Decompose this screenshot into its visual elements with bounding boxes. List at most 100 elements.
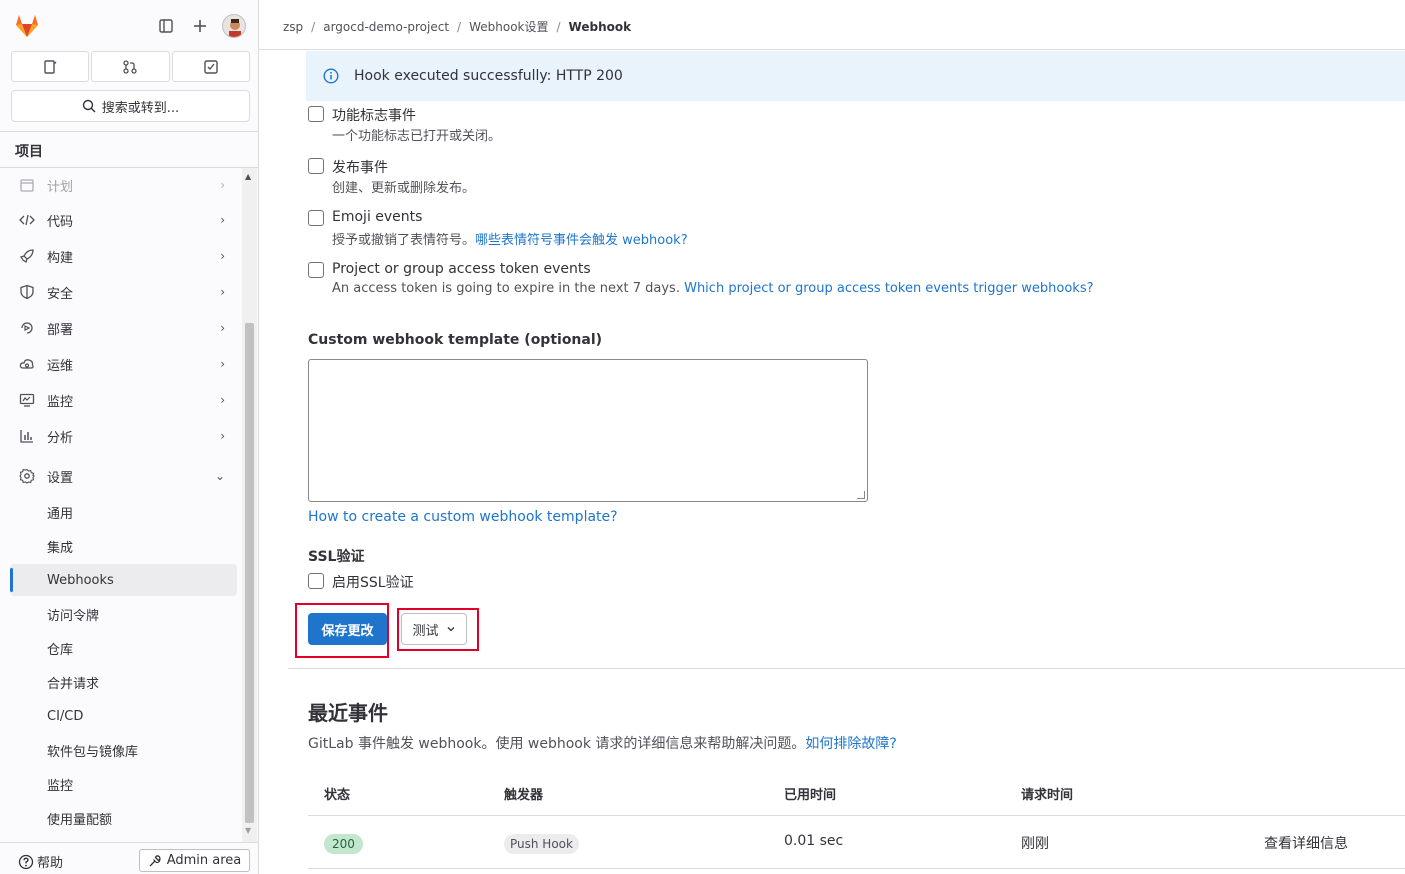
toggle-sidebar-icon[interactable] bbox=[154, 14, 178, 38]
sidebar-item-security[interactable]: 安全 › bbox=[10, 275, 237, 309]
issues-icon bbox=[44, 59, 57, 74]
sidebar-subitem-access-tokens[interactable]: 访问令牌 bbox=[10, 598, 237, 630]
sidebar-item-settings[interactable]: 设置 ⌄ bbox=[10, 459, 237, 493]
custom-template-textarea[interactable] bbox=[308, 359, 868, 502]
custom-template-help-link[interactable]: How to create a custom webhook template? bbox=[308, 509, 618, 525]
sidebar-subitem-webhooks[interactable]: Webhooks bbox=[10, 564, 237, 596]
sidebar-item-deploy[interactable]: 部署 › bbox=[10, 311, 237, 345]
ssl-verification-title: SSL验证 bbox=[308, 549, 365, 565]
sidebar-item-operate[interactable]: 运维 › bbox=[10, 347, 237, 381]
status-badge: 200 bbox=[324, 834, 363, 854]
help-button[interactable]: 帮助 bbox=[18, 852, 63, 871]
monitor-icon bbox=[18, 391, 36, 409]
checkbox-label[interactable]: 启用SSL验证 bbox=[332, 572, 414, 592]
breadcrumb-current[interactable]: Webhook bbox=[569, 20, 632, 34]
sidebar-subitem-integrations[interactable]: 集成 bbox=[10, 530, 237, 562]
custom-template-label: Custom webhook template (optional) bbox=[308, 332, 603, 348]
chart-icon bbox=[18, 427, 36, 445]
sidebar-item-label: 构建 bbox=[47, 250, 74, 266]
breadcrumb: zsp / argocd-demo-project / Webhook设置 / … bbox=[283, 18, 631, 35]
sidebar-item-label: 设置 bbox=[47, 470, 74, 486]
save-changes-button[interactable]: 保存更改 bbox=[308, 613, 387, 645]
rocket-icon bbox=[18, 247, 36, 265]
sidebar-subitem-general[interactable]: 通用 bbox=[10, 496, 237, 528]
sidebar-scrollbar[interactable]: ▲ ▼ bbox=[242, 168, 257, 842]
sidebar-item-monitor[interactable]: 监控 › bbox=[10, 383, 237, 417]
sidebar-subitem-merge-requests[interactable]: 合并请求 bbox=[10, 666, 237, 698]
sidebar-item-build[interactable]: 构建 › bbox=[10, 239, 237, 273]
top-bar: zsp / argocd-demo-project / Webhook设置 / … bbox=[259, 0, 1405, 50]
checkbox-label[interactable]: 功能标志事件 bbox=[332, 105, 416, 125]
help-text: An access token is going to expire in th… bbox=[332, 281, 685, 296]
recent-events-title: 最近事件 bbox=[308, 701, 388, 725]
view-details-link[interactable]: 查看详细信息 bbox=[1264, 833, 1348, 853]
avatar[interactable] bbox=[222, 14, 246, 38]
access-token-events-checkbox[interactable] bbox=[308, 262, 324, 278]
scroll-down-icon[interactable]: ▼ bbox=[245, 826, 251, 835]
sidebar-item-plan[interactable]: 计划 › bbox=[10, 168, 237, 202]
checkbox-label[interactable]: Project or group access token events bbox=[332, 261, 591, 277]
breadcrumb-item[interactable]: zsp bbox=[283, 20, 303, 34]
column-header-status: 状态 bbox=[324, 788, 351, 803]
checkbox-label[interactable]: Emoji events bbox=[332, 209, 422, 225]
sidebar-subitem-label: 集成 bbox=[47, 540, 74, 556]
enable-ssl-checkbox[interactable] bbox=[308, 573, 324, 589]
plus-icon[interactable] bbox=[188, 14, 212, 38]
sidebar-item-code[interactable]: 代码 › bbox=[10, 203, 237, 237]
sidebar-header bbox=[0, 0, 258, 52]
calendar-icon bbox=[18, 176, 36, 194]
sidebar-nav: 计划 › 代码 › 构建 › 安全 › 部署 › 运维 › 监控 › 分析 › … bbox=[0, 168, 242, 842]
access-token-events-help-link[interactable]: Which project or group access token even… bbox=[684, 281, 1093, 296]
todo-checkbox-icon bbox=[204, 59, 218, 74]
chevron-right-icon: › bbox=[220, 321, 225, 335]
chevron-right-icon: › bbox=[220, 393, 225, 407]
description-text: GitLab 事件触发 webhook。使用 webhook 请求的详细信息来帮… bbox=[308, 736, 806, 752]
feature-flag-events-checkbox[interactable] bbox=[308, 106, 324, 122]
breadcrumb-item[interactable]: Webhook设置 bbox=[469, 18, 548, 35]
merge-requests-shortcut-button[interactable] bbox=[91, 51, 170, 82]
sidebar-subitem-monitor[interactable]: 监控 bbox=[10, 768, 237, 800]
troubleshoot-link[interactable]: 如何排除故障? bbox=[805, 736, 896, 752]
test-dropdown-button[interactable]: 测试 bbox=[401, 613, 467, 645]
chevron-right-icon: › bbox=[220, 429, 225, 443]
trigger-badge: Push Hook bbox=[504, 834, 579, 854]
admin-area-label: Admin area bbox=[166, 853, 242, 868]
todos-shortcut-button[interactable] bbox=[171, 51, 250, 82]
sidebar-subitem-repository[interactable]: 仓库 bbox=[10, 632, 237, 664]
emoji-events-help-link[interactable]: 哪些表情符号事件会触发 webhook? bbox=[475, 233, 688, 248]
release-events-checkbox[interactable] bbox=[308, 158, 324, 174]
sidebar-subitem-packages-registries[interactable]: 软件包与镜像库 bbox=[10, 734, 237, 766]
checkbox-help-text: 创建、更新或删除发布。 bbox=[332, 181, 476, 196]
sidebar-item-label: 安全 bbox=[47, 286, 74, 302]
elapsed-time: 0.01 sec bbox=[784, 833, 844, 849]
chevron-right-icon: › bbox=[220, 357, 225, 371]
gitlab-logo-icon[interactable] bbox=[13, 12, 41, 40]
search-button[interactable]: 搜索或转到... bbox=[11, 90, 250, 122]
sidebar-subitem-label: 软件包与镜像库 bbox=[47, 744, 139, 760]
sidebar-subitem-label: 访问令牌 bbox=[47, 608, 100, 624]
sidebar-item-label: 部署 bbox=[47, 322, 74, 338]
section-divider bbox=[288, 668, 1405, 669]
sidebar-item-analyze[interactable]: 分析 › bbox=[10, 419, 237, 453]
scroll-up-icon[interactable]: ▲ bbox=[245, 172, 251, 181]
breadcrumb-item[interactable]: argocd-demo-project bbox=[323, 20, 449, 34]
resize-grip-icon[interactable] bbox=[857, 491, 865, 499]
checkbox-label[interactable]: 发布事件 bbox=[332, 157, 388, 177]
sidebar-item-label: 监控 bbox=[47, 394, 74, 410]
chevron-down-icon bbox=[447, 627, 454, 632]
sidebar-subitem-label: 使用量配额 bbox=[47, 812, 113, 828]
sidebar-subitem-usage-quotas[interactable]: 使用量配额 bbox=[10, 802, 237, 834]
emoji-events-checkbox[interactable] bbox=[308, 210, 324, 226]
issues-shortcut-button[interactable] bbox=[11, 51, 90, 82]
sidebar-divider bbox=[0, 131, 258, 132]
column-header-elapsed: 已用时间 bbox=[784, 788, 837, 803]
request-time: 刚刚 bbox=[1021, 836, 1049, 852]
chevron-right-icon: › bbox=[220, 178, 225, 192]
sidebar-subitem-cicd[interactable]: CI/CD bbox=[10, 700, 237, 732]
cloud-gear-icon bbox=[18, 355, 36, 373]
admin-area-button[interactable]: Admin area bbox=[139, 849, 250, 872]
chevron-down-icon: ⌄ bbox=[214, 469, 225, 483]
sidebar-subitem-label: 监控 bbox=[47, 778, 74, 794]
scrollbar-thumb[interactable] bbox=[245, 323, 254, 823]
sidebar-subitem-label: 通用 bbox=[47, 506, 74, 522]
